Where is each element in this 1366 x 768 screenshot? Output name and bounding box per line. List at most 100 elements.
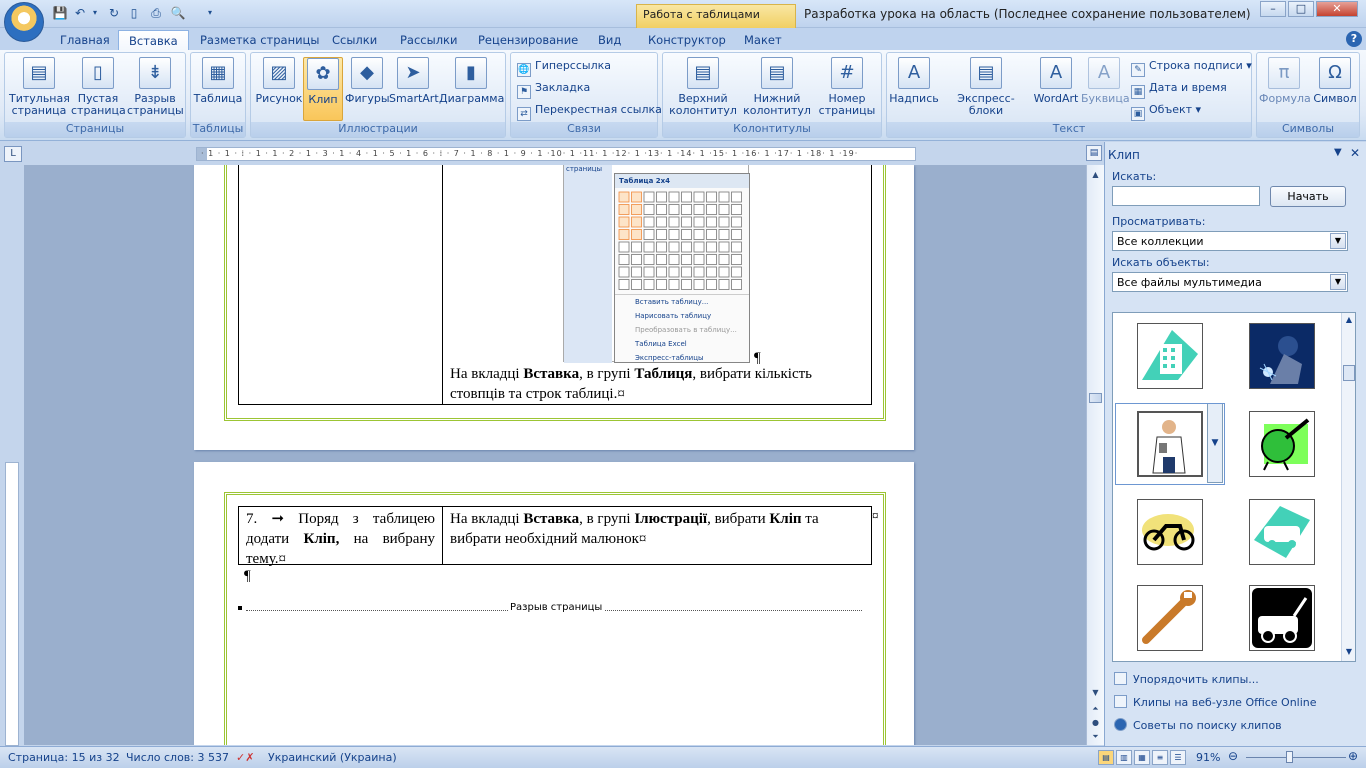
wordart-button[interactable]: A WordArt	[1031, 57, 1081, 105]
picture-button[interactable]: ▨ Рисунок	[255, 57, 303, 105]
table-button[interactable]: ▦ Таблица	[193, 57, 243, 105]
signature-line-button[interactable]: ✎ Строка подписи ▾	[1131, 57, 1252, 77]
bookmark-button[interactable]: ⚑ Закладка	[517, 79, 590, 99]
clip-tow-truck[interactable]	[1249, 585, 1315, 651]
collections-select[interactable]: Все коллекции ▼	[1112, 231, 1348, 251]
clip-button[interactable]: ✿ Клип	[303, 57, 343, 121]
browse-object-icon[interactable]: ●	[1088, 715, 1103, 730]
tab-selector[interactable]: L	[4, 146, 22, 162]
results-scrollbar[interactable]: ▲ ▼	[1341, 313, 1355, 661]
table-cell-right[interactable]: страницы Таблица 2x4 Вставить таблицу...…	[442, 165, 872, 405]
results-scroll-down-icon[interactable]: ▼	[1342, 647, 1355, 656]
table-cell-left[interactable]	[238, 165, 443, 405]
clip-motorcycle[interactable]	[1137, 499, 1203, 565]
horizontal-ruler[interactable]: · 1 · 1 · ⁞ · 1 · 1 · 2 · 1 · 3 · 1 · 4 …	[196, 147, 916, 161]
save-icon[interactable]: 💾	[52, 5, 68, 21]
clip-welder[interactable]	[1249, 323, 1315, 389]
chevron-down-icon[interactable]: ▼	[1330, 274, 1346, 290]
object-button[interactable]: ▣ Объект ▾	[1131, 101, 1201, 121]
scroll-down-icon[interactable]: ▼	[1088, 685, 1103, 700]
cross-reference-button[interactable]: ⇄ Перекрестная ссылка	[517, 101, 662, 121]
zoom-in-icon[interactable]: ⊕	[1348, 749, 1358, 763]
office-button[interactable]	[4, 2, 44, 42]
panel-options-icon[interactable]: ▼	[1334, 147, 1342, 158]
customize-qat-icon[interactable]: ▾	[202, 5, 218, 21]
print-preview-icon[interactable]: 🔍	[170, 5, 186, 21]
search-input[interactable]	[1112, 186, 1260, 206]
vertical-ruler[interactable]	[5, 462, 19, 746]
row7-left-cell[interactable]: 7. ➞ Поряд з таблицею додати Кліп, на ви…	[238, 506, 443, 567]
results-scroll-up-icon[interactable]: ▲	[1342, 315, 1355, 324]
next-page-icon[interactable]: ⏷	[1088, 729, 1103, 744]
vertical-scrollbar[interactable]: ▲ ▼ ⏶ ● ⏷	[1086, 165, 1104, 745]
row7-right-cell[interactable]: На вкладці Вставка, в групі Ілюстрації, …	[442, 506, 872, 565]
zoom-out-icon[interactable]: ⊖	[1228, 749, 1238, 763]
tab-view[interactable]: Вид	[588, 30, 631, 50]
print-layout-icon[interactable]: ▤	[1098, 750, 1114, 765]
page-count[interactable]: Страница: 15 из 32	[8, 751, 120, 764]
zoom-slider[interactable]	[1246, 757, 1346, 758]
footer-button[interactable]: ▤ Нижний колонтитул	[741, 57, 813, 117]
panel-close-icon[interactable]: ✕	[1350, 146, 1360, 160]
previous-page-icon[interactable]: ⏶	[1088, 701, 1103, 716]
embedded-item-excel: Таблица Excel	[635, 340, 687, 348]
print-icon[interactable]: ⎙	[148, 5, 164, 21]
page-break-button[interactable]: ⇟ Разрыв страницы	[127, 57, 184, 117]
grid-cell	[631, 241, 642, 253]
minimize-button[interactable]: –	[1260, 1, 1286, 17]
tab-home[interactable]: Главная	[50, 30, 120, 50]
full-screen-reading-icon[interactable]: ▥	[1116, 750, 1132, 765]
organize-clips-link[interactable]: Упорядочить клипы...	[1114, 672, 1259, 686]
clip-wrench[interactable]	[1137, 585, 1203, 651]
draft-icon[interactable]: ☰	[1170, 750, 1186, 765]
clip-globe-rocket[interactable]	[1249, 411, 1315, 477]
word-count[interactable]: Число слов: 3 537	[126, 751, 229, 764]
quick-parts-button[interactable]: ▤ Экспресс-блоки	[941, 57, 1031, 117]
tab-page-layout[interactable]: Разметка страницы	[190, 30, 329, 50]
header-button[interactable]: ▤ Верхний колонтитул	[667, 57, 739, 117]
close-button[interactable]: ✕	[1316, 1, 1358, 17]
scroll-thumb[interactable]	[1089, 393, 1102, 403]
dropcap-button[interactable]: A Буквица	[1081, 57, 1130, 105]
outline-icon[interactable]: ≡	[1152, 750, 1168, 765]
clip-taxi[interactable]	[1249, 499, 1315, 565]
language[interactable]: Украинский (Украина)	[268, 751, 397, 764]
scroll-up-icon[interactable]: ▲	[1088, 167, 1103, 182]
search-tips-link[interactable]: Советы по поиску клипов	[1114, 718, 1282, 732]
results-scroll-thumb[interactable]	[1343, 365, 1355, 381]
date-time-button[interactable]: ▦ Дата и время	[1131, 79, 1227, 99]
shapes-button[interactable]: ◆ Фигуры	[345, 57, 390, 105]
new-document-icon[interactable]: ▯	[126, 5, 142, 21]
tab-design[interactable]: Конструктор	[638, 30, 736, 50]
view-ruler-icon[interactable]: ▤	[1086, 145, 1102, 161]
page-number-button[interactable]: # Номер страницы	[815, 57, 879, 117]
symbol-button[interactable]: Ω Символ	[1311, 57, 1359, 105]
chart-button[interactable]: ▮ Диаграмма	[439, 57, 504, 105]
zoom-level[interactable]: 91%	[1196, 751, 1220, 764]
zoom-slider-thumb[interactable]	[1286, 751, 1293, 763]
proofing-icon[interactable]: ✓✗	[236, 751, 254, 764]
smartart-button[interactable]: ➤ SmartArt	[389, 57, 439, 105]
equation-button[interactable]: π Формула	[1259, 57, 1311, 105]
tab-review[interactable]: Рецензирование	[468, 30, 588, 50]
media-types-select[interactable]: Все файлы мультимедиа ▼	[1112, 272, 1348, 292]
undo-dropdown-icon[interactable]: ▾	[90, 5, 100, 21]
textbox-button[interactable]: A Надпись	[889, 57, 939, 105]
tab-layout[interactable]: Макет	[734, 30, 792, 50]
web-layout-icon[interactable]: ▦	[1134, 750, 1150, 765]
title-page-button[interactable]: ▤ Титульная страница	[9, 57, 70, 117]
chevron-down-icon[interactable]: ▼	[1330, 233, 1346, 249]
grid-cell	[643, 204, 655, 215]
blank-page-button[interactable]: ▯ Пустая страница	[71, 57, 126, 117]
redo-icon[interactable]: ↻	[106, 5, 122, 21]
hyperlink-button[interactable]: 🌐 Гиперссылка	[517, 57, 611, 77]
tab-references[interactable]: Ссылки	[322, 30, 387, 50]
clip-hospital-building[interactable]	[1137, 323, 1203, 389]
maximize-button[interactable]: □	[1288, 1, 1314, 17]
go-button[interactable]: Начать	[1270, 186, 1346, 207]
undo-icon[interactable]: ↶	[72, 5, 88, 21]
help-icon[interactable]: ?	[1346, 31, 1362, 47]
tab-insert[interactable]: Вставка	[118, 30, 189, 50]
tab-mailings[interactable]: Рассылки	[390, 30, 467, 50]
office-online-link[interactable]: Клипы на веб-узле Office Online	[1114, 695, 1317, 709]
